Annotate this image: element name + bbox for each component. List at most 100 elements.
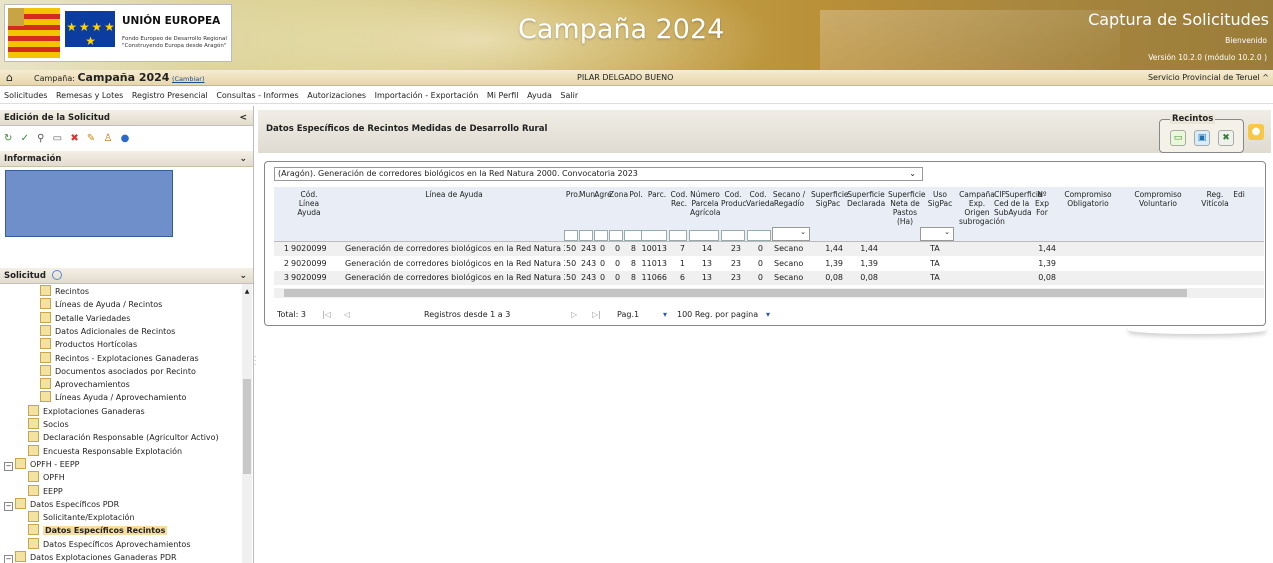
change-campaign-link[interactable]: (Cambiar)	[172, 75, 205, 83]
tree-item[interactable]: Datos Adicionales de Recintos	[40, 324, 175, 338]
close-icon[interactable]: ✖	[1218, 130, 1234, 146]
last-page-button[interactable]: ▷|	[592, 308, 601, 322]
tree-item[interactable]: Datos Específicos Aprovechamientos	[28, 537, 190, 551]
tree-scrollbar[interactable]: ▲	[242, 284, 252, 563]
solicitud-header[interactable]: Solicitud ⌄	[0, 268, 253, 284]
menu-importacion[interactable]: Importación - Exportación	[375, 91, 479, 100]
menu-salir[interactable]: Salir	[560, 91, 578, 100]
column-filter-input[interactable]	[669, 230, 687, 241]
service-label[interactable]: Servicio Provincial de Teruel ^	[1148, 70, 1269, 86]
column-header[interactable]: Secano / Regadío	[771, 190, 807, 208]
column-header[interactable]: Superficie Declarada	[847, 190, 885, 208]
column-header[interactable]: Superficie SigPac	[811, 190, 849, 208]
tree-item[interactable]: Detalle Variedades	[40, 311, 130, 325]
scroll-up-icon[interactable]: ▲	[242, 288, 252, 295]
info-header[interactable]: Información ⌄	[0, 151, 253, 167]
delete-icon[interactable]: ✖	[70, 133, 78, 144]
tree-item[interactable]: Documentos asociados por Recinto	[40, 364, 196, 378]
per-page-select[interactable]: 100 Reg. por pagina	[677, 308, 758, 322]
column-header[interactable]: Uso SigPac	[924, 190, 956, 208]
column-header[interactable]: Pol.	[627, 190, 645, 199]
gear-icon[interactable]: ●	[1248, 124, 1264, 140]
table-row[interactable]: 1 9020099 Generación de corredores biológi…	[274, 242, 1264, 256]
tree-item[interactable]: − Datos Explotaciones Ganaderas PDR	[4, 551, 177, 563]
tree-item[interactable]: − Datos Específicos PDR	[4, 497, 119, 511]
column-filter-input[interactable]	[747, 230, 771, 241]
menu-perfil[interactable]: Mi Perfil	[487, 91, 519, 100]
print-icon[interactable]: ▭	[53, 133, 62, 144]
column-header[interactable]: Reg. Vitícola	[1200, 190, 1230, 208]
tree-item[interactable]: Socios	[28, 418, 69, 431]
collapse-node-icon[interactable]: −	[4, 461, 13, 471]
column-filter-input[interactable]	[721, 230, 745, 241]
column-filter-input[interactable]	[609, 230, 623, 241]
column-filter-select[interactable]: ⌄	[920, 227, 954, 241]
column-filter-input[interactable]	[594, 230, 608, 241]
edit-icon[interactable]: ▣	[1194, 130, 1210, 146]
per-page-chevron-icon[interactable]: ▾	[766, 308, 770, 322]
column-filter-input[interactable]	[689, 230, 719, 241]
refresh-icon[interactable]: ↻	[4, 133, 12, 144]
collapse-node-icon[interactable]: −	[4, 555, 13, 563]
column-header[interactable]: Nº Exp For	[1035, 190, 1049, 217]
column-header[interactable]: Superficie de la Ayuda	[1005, 190, 1043, 217]
menu-autorizaciones[interactable]: Autorizaciones	[307, 91, 366, 100]
page-chevron-icon[interactable]: ▾	[663, 308, 667, 322]
column-filter-input[interactable]	[579, 230, 593, 241]
menu-ayuda[interactable]: Ayuda	[527, 91, 552, 100]
column-filter-input[interactable]	[564, 230, 578, 241]
tools-icon[interactable]: ✎	[87, 133, 95, 144]
line-select[interactable]: (Aragón). Generación de corredores bioló…	[274, 167, 923, 181]
chevron-down-icon[interactable]: ⌄	[239, 268, 247, 284]
first-page-button[interactable]: |◁	[322, 308, 331, 322]
column-header[interactable]: Cod. Rec.	[668, 190, 690, 208]
home-icon[interactable]: ⌂	[6, 70, 13, 86]
tree-item[interactable]: Aprovechamientos	[40, 378, 130, 391]
menu-registro[interactable]: Registro Presencial	[132, 91, 208, 100]
page-select[interactable]: Pag.1	[617, 308, 639, 322]
info-icon[interactable]: ●	[121, 133, 130, 144]
menu-remesas[interactable]: Remesas y Lotes	[56, 91, 123, 100]
column-header[interactable]: Superficie Neta de Pastos (Ha)	[888, 190, 926, 226]
user-icon[interactable]: ♙	[103, 133, 112, 144]
column-header[interactable]: Zona	[609, 190, 628, 199]
menu-consultas[interactable]: Consultas - Informes	[216, 91, 298, 100]
column-filter-input[interactable]	[624, 230, 642, 241]
column-header[interactable]: Cod. Produc	[721, 190, 747, 208]
tree-item[interactable]: Recintos - Explotaciones Ganaderas	[40, 351, 199, 365]
column-header[interactable]: Línea de Ayuda	[344, 190, 564, 199]
collapse-node-icon[interactable]: −	[4, 501, 13, 511]
grid-hscroll[interactable]	[274, 288, 1264, 298]
tree-item[interactable]: Solicitante/Explotación	[28, 511, 135, 524]
menu-solicitudes[interactable]: Solicitudes	[4, 91, 47, 100]
column-filter-select[interactable]: ⌄	[772, 227, 810, 241]
column-header[interactable]: Compromiso Voluntario	[1123, 190, 1193, 208]
check-icon[interactable]: ✓	[21, 133, 29, 144]
tree-item[interactable]: Líneas de Ayuda / Recintos	[40, 298, 162, 311]
comment-icon[interactable]: ▭	[1170, 130, 1186, 146]
tree-item[interactable]: Líneas Ayuda / Aprovechamiento	[40, 391, 186, 404]
column-header[interactable]: Cod. Varieda	[746, 190, 774, 208]
scrollbar-thumb[interactable]	[243, 379, 251, 474]
prev-page-button[interactable]: ◁	[344, 308, 350, 322]
tree-item[interactable]: OPFH	[28, 471, 65, 484]
column-header[interactable]: Edi	[1231, 190, 1247, 199]
tree-item[interactable]: − OPFH - EEPP	[4, 457, 79, 471]
column-header[interactable]: Cód. Línea Ayuda	[290, 190, 328, 217]
column-header[interactable]: Campaña Exp. Origen subrogación	[959, 190, 1005, 226]
hscroll-thumb[interactable]	[284, 289, 1187, 297]
column-header[interactable]: Compromiso Obligatorio	[1053, 190, 1123, 208]
column-header[interactable]: Parc.	[645, 190, 669, 199]
collapse-panel-icon[interactable]: <	[239, 110, 247, 126]
tree-item[interactable]: Encuesta Responsable Explotación	[28, 444, 182, 458]
chevron-down-icon[interactable]: ⌄	[239, 151, 247, 167]
tree-item[interactable]: Declaración Responsable (Agricultor Acti…	[28, 431, 219, 444]
column-filter-input[interactable]	[641, 230, 667, 241]
tree-item[interactable]: Datos Específicos Recintos	[28, 524, 168, 537]
table-row[interactable]: 3 9020099 Generación de corredores biológi…	[274, 271, 1264, 286]
table-row[interactable]: 2 9020099 Generación de corredores biológi…	[274, 257, 1264, 271]
next-page-button[interactable]: ▷	[571, 308, 577, 322]
tree-item[interactable]: Explotaciones Ganaderas	[28, 404, 145, 418]
binoculars-icon[interactable]: ⚲	[37, 133, 44, 144]
tree-item[interactable]: Recintos	[40, 285, 89, 298]
